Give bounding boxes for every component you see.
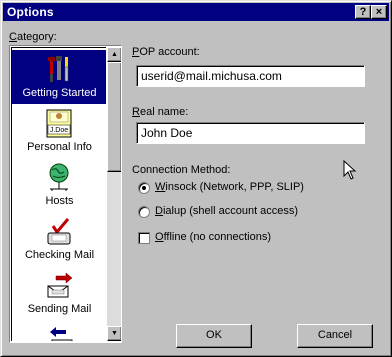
category-list[interactable]: Getting Started J.Doe Personal Info Host… <box>9 45 122 343</box>
mouse-cursor-icon <box>343 160 357 180</box>
id-card-badge: J.Doe <box>50 127 68 134</box>
tools-icon <box>48 56 69 82</box>
category-item-personal-info[interactable]: J.Doe Personal Info <box>12 104 106 158</box>
category-item-label: Getting Started <box>22 87 97 99</box>
scroll-thumb[interactable] <box>107 62 121 172</box>
offline-checkbox-label[interactable]: Offline (no connections) <box>155 231 271 243</box>
dialup-option-label-rest: ialup (shell account access) <box>162 205 299 217</box>
receive-mail-icon <box>50 327 73 341</box>
winsock-option-label[interactable]: Winsock (Network, PPP, SLIP) <box>155 181 304 193</box>
help-button[interactable]: ? <box>355 5 371 19</box>
options-dialog: Options ? × Category: Getting Started J.… <box>0 0 392 357</box>
winsock-option-label-rest: insock (Network, PPP, SLIP) <box>165 181 304 193</box>
category-label: Category: <box>9 31 57 43</box>
winsock-radio[interactable] <box>138 182 150 194</box>
category-item-checking-mail[interactable]: Checking Mail <box>12 212 106 266</box>
category-list-viewport: Getting Started J.Doe Personal Info Host… <box>11 47 106 341</box>
category-item-label: Hosts <box>45 195 74 207</box>
ok-button[interactable]: OK <box>176 324 252 348</box>
cancel-button[interactable]: Cancel <box>297 324 373 348</box>
category-label-text: ategory: <box>16 31 57 43</box>
category-item-sending-mail[interactable]: Sending Mail <box>12 266 106 320</box>
pop-account-label-rest: OP account: <box>139 46 200 58</box>
category-item-getting-started[interactable]: Getting Started <box>12 50 106 104</box>
category-item-label: Checking Mail <box>24 249 95 261</box>
close-button[interactable]: × <box>371 5 387 19</box>
scroll-down-button[interactable]: ▼ <box>107 326 121 341</box>
offline-checkbox-label-rest: ffline (no connections) <box>163 231 271 243</box>
send-mail-icon <box>47 272 73 298</box>
title-bar: Options ? × <box>3 3 389 21</box>
connection-method-label: Connection Method: <box>132 164 231 176</box>
pop-account-label: POP account: <box>132 46 200 58</box>
dialup-radio[interactable] <box>138 206 150 218</box>
category-scrollbar[interactable]: ▲ ▼ <box>107 47 121 341</box>
globe-network-icon <box>49 163 69 191</box>
dialup-option-label[interactable]: Dialup (shell account access) <box>155 205 298 217</box>
category-item-label: Personal Info <box>27 141 92 153</box>
category-item-partial[interactable] <box>12 320 106 341</box>
radio-selected-dot <box>142 186 146 190</box>
pop-account-field[interactable]: userid@mail.michusa.com <box>136 65 365 87</box>
scroll-up-button[interactable]: ▲ <box>107 47 121 62</box>
real-name-field[interactable]: John Doe <box>136 122 365 144</box>
mailbox-check-icon <box>47 218 71 245</box>
id-card-icon: J.Doe <box>46 109 72 138</box>
real-name-label-rest: eal name: <box>139 106 189 118</box>
window-title: Options <box>7 5 54 19</box>
real-name-label: Real name: <box>132 106 189 118</box>
category-item-label: Sending Mail <box>27 303 92 315</box>
offline-checkbox[interactable] <box>138 232 150 244</box>
category-item-hosts[interactable]: Hosts <box>12 158 106 212</box>
